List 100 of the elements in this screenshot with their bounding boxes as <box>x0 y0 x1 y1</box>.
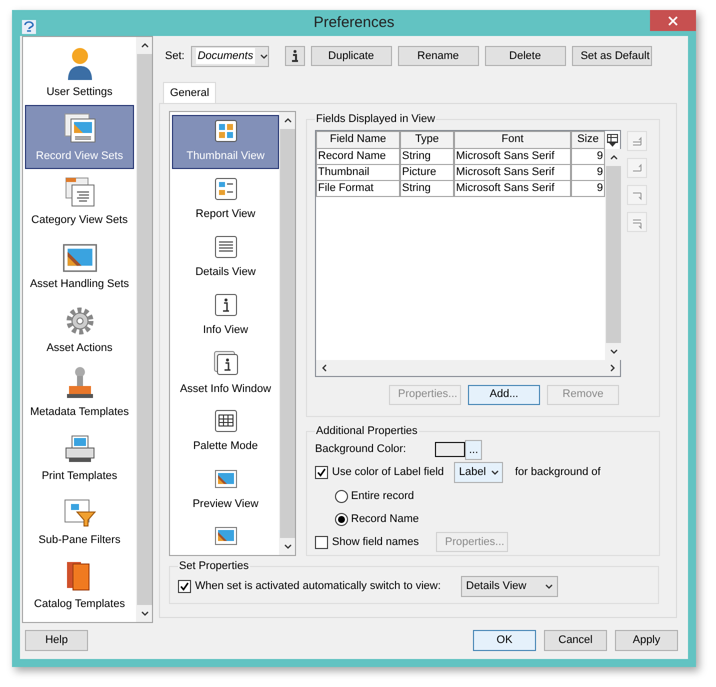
dropdown[interactable]: Documents <box>190 46 269 66</box>
background-color-label: Background Color: <box>315 442 408 458</box>
dropdown-value: Details View <box>466 579 526 594</box>
group-title: Fields Displayed in View <box>315 112 436 127</box>
scroll-up-icon <box>608 152 618 162</box>
table-cell: String <box>400 180 454 196</box>
documents-icon <box>64 176 96 208</box>
grid-icon <box>214 120 236 142</box>
table-cell: File Format <box>316 180 400 196</box>
field-action-button[interactable]: Add... <box>468 384 540 404</box>
column-header[interactable]: Field Name <box>316 130 400 148</box>
caret-icon <box>259 52 268 60</box>
dialog-button[interactable]: Apply <box>615 630 678 650</box>
close-button[interactable] <box>650 10 696 31</box>
sidebar-item-label: Record View Sets <box>36 148 124 164</box>
set-action-button[interactable]: Delete <box>484 46 566 66</box>
window-title: Preferences <box>314 12 394 33</box>
view-item-label: Thumbnail View <box>186 148 265 164</box>
checkbox[interactable] <box>315 536 328 548</box>
dropdown-value: Label <box>459 464 486 480</box>
sidebar-item-label: Asset Actions <box>46 340 113 356</box>
move-field-button[interactable] <box>627 130 647 150</box>
view-item-label: Details View <box>195 264 256 280</box>
set-action-button[interactable]: Duplicate <box>310 46 392 66</box>
scroll-down-icon <box>282 542 292 551</box>
checkbox-label: Use color of Label field <box>332 464 445 480</box>
table-cell: Microsoft Sans Serif <box>454 180 571 196</box>
sidebar-item-label: Asset Handling Sets <box>30 276 130 292</box>
tab[interactable]: General <box>163 82 216 103</box>
dropdown[interactable]: Label <box>454 462 503 482</box>
pictures-icon <box>62 112 96 144</box>
scroll-left-icon <box>320 363 329 372</box>
list-icon <box>214 236 236 258</box>
for-background-text: for background of <box>515 464 601 480</box>
sidebar-item[interactable]: Print Templates <box>25 425 134 489</box>
sidebar-item-label: Print Templates <box>42 468 118 484</box>
sidebar-item[interactable]: User Settings <box>25 41 134 105</box>
move-field-button[interactable] <box>627 212 647 232</box>
checkbox[interactable] <box>315 466 328 478</box>
stamp-icon <box>64 366 94 400</box>
sidebar-item-label: Sub-Pane Filters <box>38 532 120 548</box>
checkbox-label: Show field names <box>332 534 420 550</box>
set-action-button[interactable]: Set as Default <box>572 46 652 66</box>
view-item[interactable]: Preview View <box>172 463 279 517</box>
info-button[interactable] <box>284 46 305 66</box>
table-cell: Picture <box>400 164 454 180</box>
column-header[interactable]: Font <box>454 130 571 148</box>
info-icon <box>214 294 236 316</box>
column-header[interactable]: Type <box>400 130 454 148</box>
picture-icon <box>214 468 236 490</box>
dialog-button[interactable]: Cancel <box>544 630 607 650</box>
set-action-button[interactable]: Rename <box>398 46 479 66</box>
table-cell: Thumbnail <box>316 164 400 180</box>
dropdown[interactable]: Details View <box>461 576 558 597</box>
scrollbar-thumb[interactable] <box>606 166 620 342</box>
sidebar-item[interactable]: Category View Sets <box>25 169 134 233</box>
sidebar-item[interactable]: Asset Handling Sets <box>25 233 134 297</box>
view-item[interactable]: Palette Mode <box>172 405 279 459</box>
sidebar-item-label: Category View Sets <box>31 212 128 228</box>
radio-button[interactable] <box>335 512 348 526</box>
table-icon <box>214 410 236 432</box>
sidebar-item[interactable]: Catalog Templates <box>25 553 134 617</box>
table-cell: String <box>400 148 454 164</box>
funnel-icon <box>62 498 96 528</box>
group-title: Set Properties <box>178 559 250 574</box>
view-item[interactable]: Report View <box>172 173 279 227</box>
color-swatch <box>435 442 465 457</box>
move-field-button[interactable] <box>627 158 647 178</box>
report-icon <box>214 178 236 200</box>
scroll-down-icon <box>140 609 148 618</box>
color-picker-button[interactable]: ... <box>465 440 482 460</box>
sidebar-item-label: User Settings <box>46 84 113 100</box>
close-icon <box>668 16 678 26</box>
sidebar-item[interactable]: Metadata Templates <box>25 361 134 425</box>
app-icon <box>22 20 36 34</box>
column-header[interactable]: Size <box>571 130 605 148</box>
scrollbar[interactable] <box>605 148 621 360</box>
sidebar-item-label: Metadata Templates <box>30 404 129 420</box>
view-item[interactable]: Asset Info Window <box>172 347 279 401</box>
checkbox[interactable] <box>178 580 191 593</box>
table-cell: Record Name <box>316 148 400 164</box>
column-chooser-icon[interactable] <box>606 132 620 146</box>
printer-icon <box>64 434 96 464</box>
view-item[interactable]: Info View <box>172 289 279 343</box>
view-item-label: Report View <box>196 206 256 222</box>
scroll-up-icon <box>140 41 148 50</box>
picture-icon <box>214 525 236 547</box>
info-window-icon <box>214 350 238 375</box>
sidebar-item[interactable]: Asset Actions <box>25 297 134 361</box>
dialog-button[interactable]: OK <box>473 630 536 650</box>
caret-icon <box>544 582 553 591</box>
view-item-label: Palette Mode <box>193 438 258 454</box>
view-item[interactable]: Details View <box>172 231 279 285</box>
radio-button[interactable] <box>335 490 348 502</box>
sidebar-item[interactable]: Sub-Pane Filters <box>25 489 134 553</box>
help-button[interactable]: Help <box>25 630 88 650</box>
view-item-label: Info View <box>202 322 248 338</box>
horizontal-scrollbar[interactable] <box>316 360 620 376</box>
move-field-button[interactable] <box>627 184 647 204</box>
table-cell: Microsoft Sans Serif <box>454 148 571 164</box>
